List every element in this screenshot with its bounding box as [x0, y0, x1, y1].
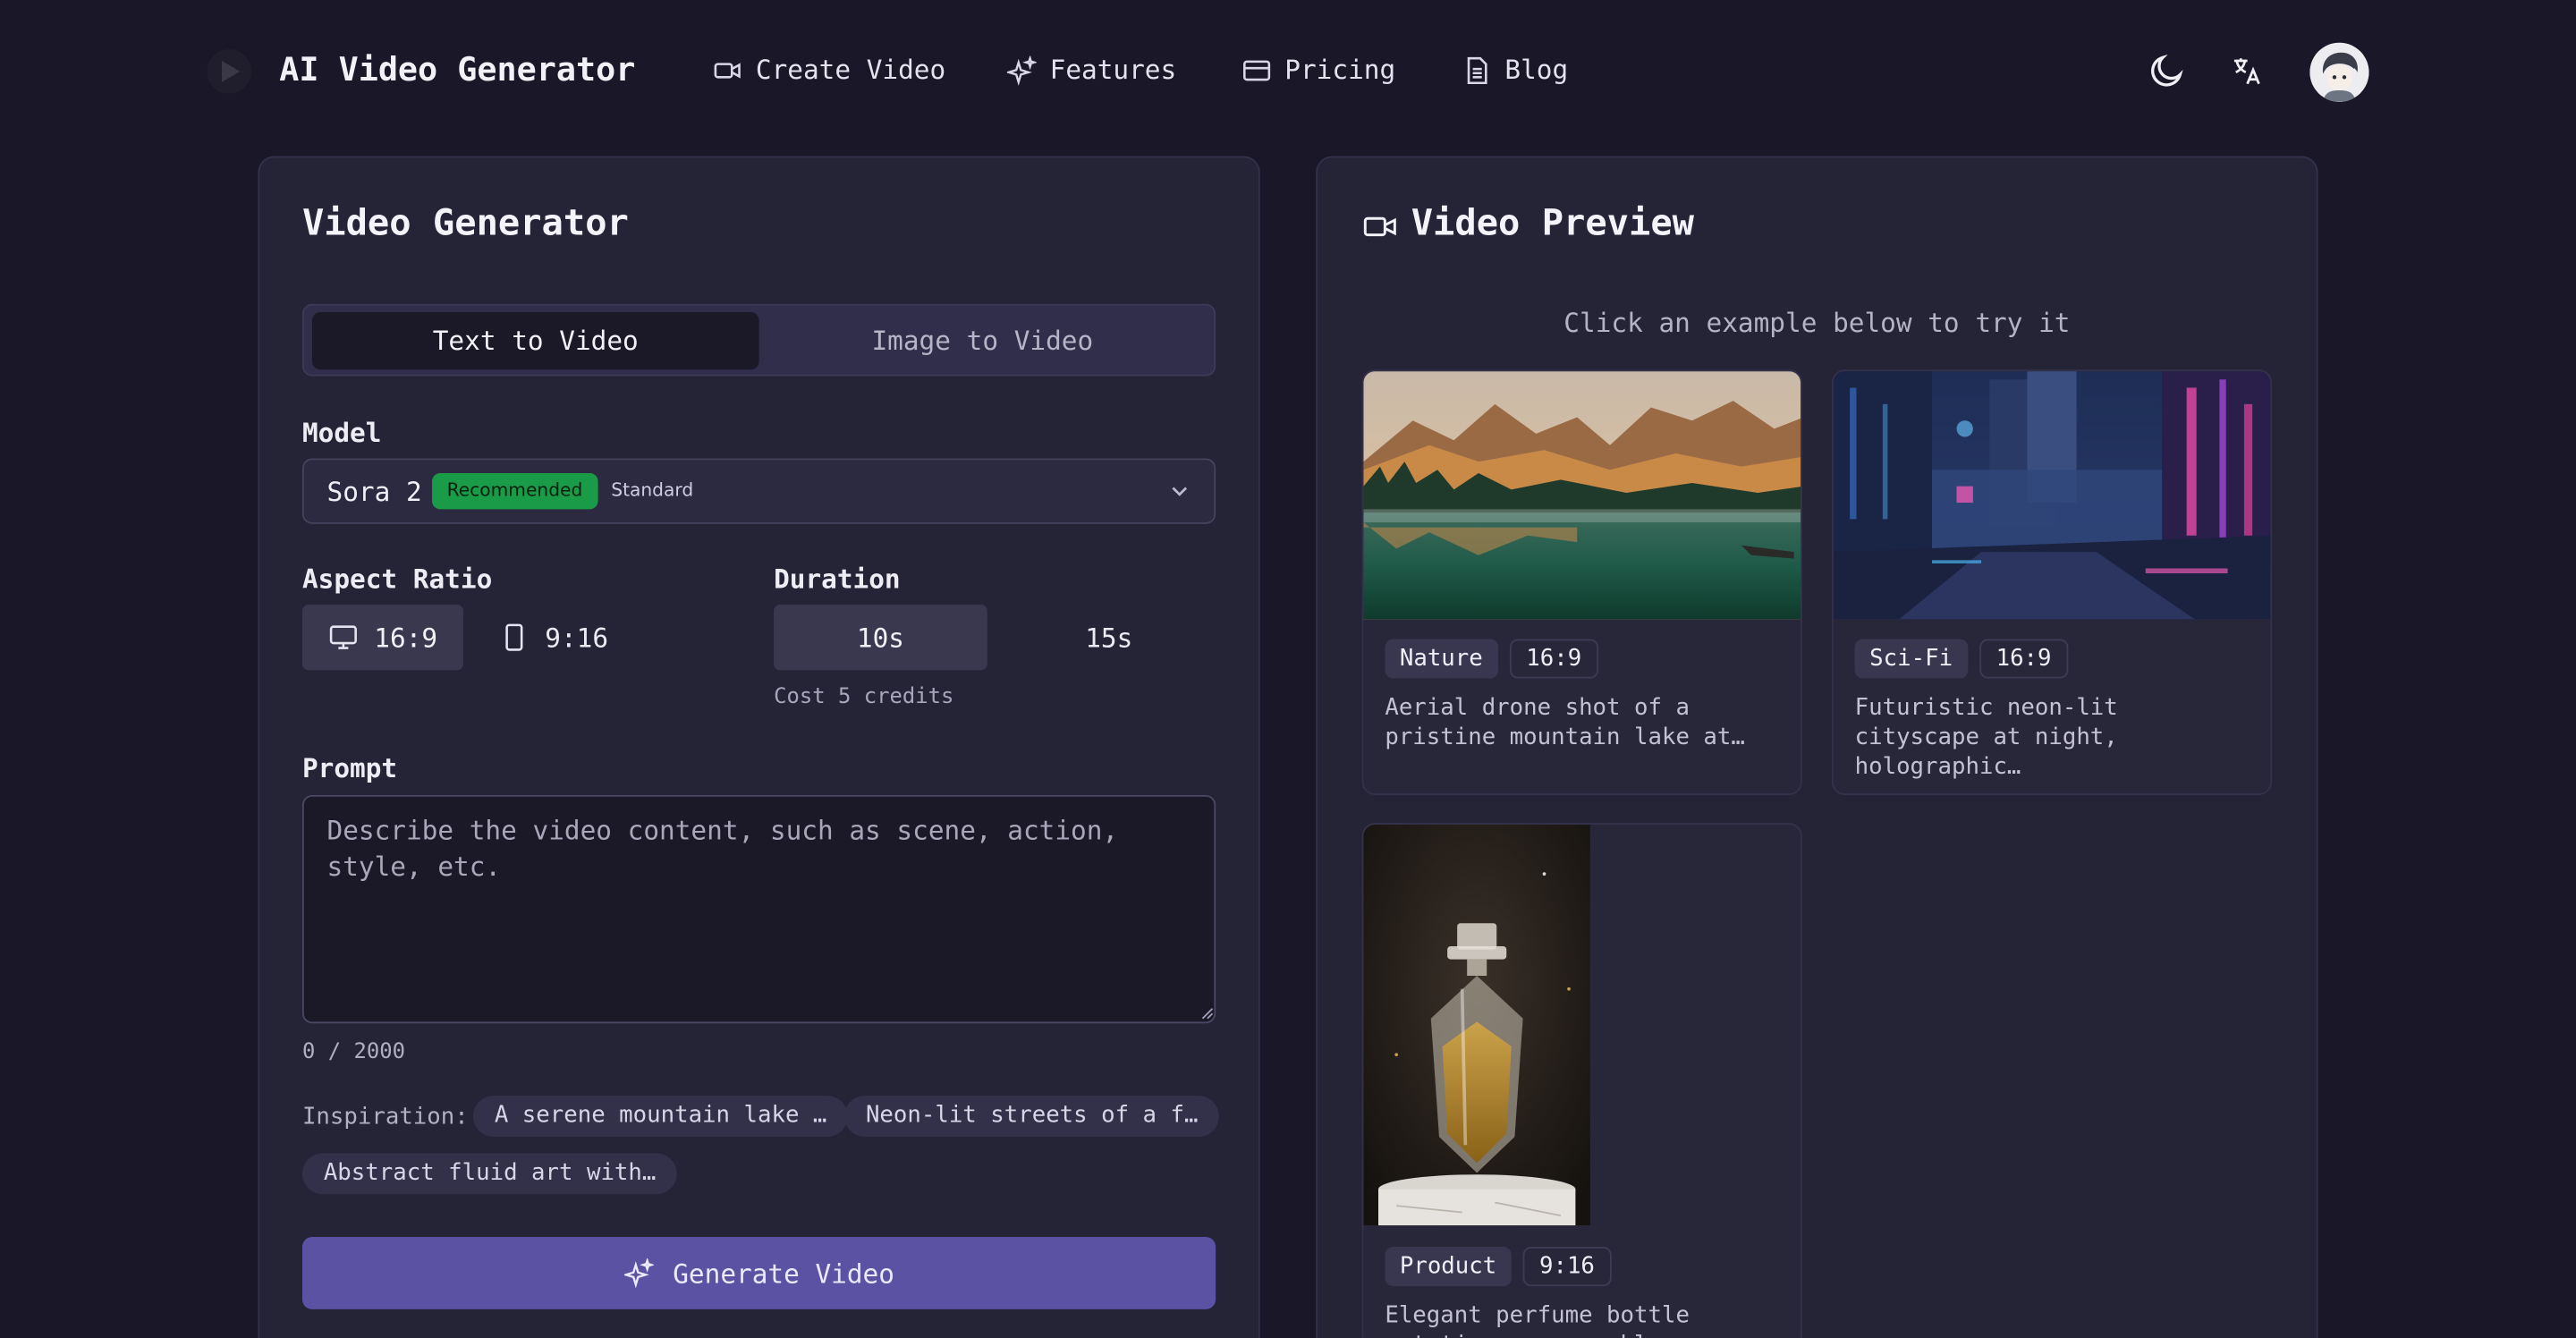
- nav-features-label: Features: [1049, 54, 1177, 86]
- example-thumbnail-scifi: [1833, 371, 2271, 620]
- example-thumbnail-nature: [1363, 371, 1801, 620]
- recommended-badge: Recommended: [432, 472, 597, 510]
- video-camera-icon: [714, 62, 741, 78]
- example-card-scifi[interactable]: Sci-Fi 16:9 Futuristic neon-lit cityscap…: [1831, 369, 2273, 795]
- logo-icon[interactable]: [207, 49, 252, 94]
- example-card-nature[interactable]: Nature 16:9 Aerial drone shot of a prist…: [1361, 369, 1802, 795]
- cost-text: Cost 5 credits: [774, 684, 954, 710]
- example-ratio: 16:9: [1509, 639, 1598, 679]
- aspect-16-9-label: 16:9: [374, 622, 438, 654]
- model-select[interactable]: Sora 2 Recommended Standard: [301, 458, 1216, 524]
- example-card-product[interactable]: Product 9:16 Elegant perfume bottle rota…: [1361, 823, 1802, 1338]
- theme-toggle-button[interactable]: [2146, 49, 2189, 92]
- aspect-9-16-button[interactable]: 9:16: [479, 605, 627, 670]
- example-ratio: 16:9: [1979, 639, 2068, 679]
- resize-grip-icon[interactable]: [1201, 1007, 1215, 1020]
- video-preview-card: Video Preview Click an example below to …: [1316, 156, 2318, 1338]
- nav-blog-label: Blog: [1504, 54, 1569, 86]
- document-icon: [1467, 55, 1487, 84]
- user-avatar[interactable]: [2309, 42, 2369, 102]
- monitor-icon: [329, 625, 357, 649]
- prompt-textarea[interactable]: [301, 794, 1216, 1024]
- example-thumbnail-product: [1363, 825, 1590, 1226]
- sparkles-icon: [623, 1258, 654, 1288]
- tab-text-to-video[interactable]: Text to Video: [311, 311, 759, 370]
- aspect-16-9-button[interactable]: 16:9: [301, 604, 463, 671]
- mode-tabs: Text to Video Image to Video: [301, 303, 1216, 377]
- brand-name[interactable]: AI Video Generator: [279, 49, 635, 89]
- example-description: Aerial drone shot of a pristine mountain…: [1385, 694, 1745, 751]
- generate-video-label: Generate Video: [673, 1257, 894, 1289]
- generate-video-button[interactable]: Generate Video: [301, 1237, 1216, 1309]
- nav-blog[interactable]: Blog: [1462, 54, 1569, 86]
- inspiration-chip[interactable]: A serene mountain lake …: [472, 1096, 849, 1137]
- inspiration-label: Inspiration:: [301, 1104, 469, 1131]
- preview-hint: Click an example below to try it: [1563, 307, 2071, 339]
- chevron-down-icon: [1172, 487, 1188, 496]
- example-description: Futuristic neon-lit cityscape at night, …: [1854, 694, 2118, 781]
- prompt-label: Prompt: [301, 752, 398, 784]
- aspect-9-16-label: 9:16: [545, 622, 609, 654]
- example-ratio: 9:16: [1522, 1247, 1612, 1287]
- duration-label: Duration: [774, 563, 901, 595]
- credit-card-icon: [1243, 59, 1271, 80]
- language-button[interactable]: [2226, 49, 2269, 92]
- prompt-char-counter: 0 / 2000: [301, 1039, 405, 1065]
- video-camera-icon: [1363, 216, 1396, 237]
- nav-features[interactable]: Features: [1006, 54, 1177, 86]
- duration-15s-button[interactable]: 15s: [1002, 605, 1216, 670]
- nav-create-video[interactable]: Create Video: [713, 55, 945, 86]
- generator-title: Video Generator: [301, 203, 629, 245]
- preview-title: Video Preview: [1411, 203, 1694, 245]
- nav-pricing[interactable]: Pricing: [1242, 54, 1396, 86]
- model-tier: Standard: [611, 479, 694, 502]
- example-description: Elegant perfume bottle rotating on a mar…: [1385, 1302, 1690, 1338]
- example-tag: Product: [1385, 1247, 1512, 1287]
- tab-image-to-video[interactable]: Image to Video: [759, 312, 1207, 369]
- aspect-ratio-label: Aspect Ratio: [301, 563, 493, 595]
- model-name: Sora 2: [326, 476, 422, 508]
- nav-pricing-label: Pricing: [1284, 54, 1396, 86]
- inspiration-chip[interactable]: Abstract fluid art with…: [301, 1153, 678, 1195]
- example-tag: Sci-Fi: [1854, 639, 1968, 679]
- translate-icon: [2233, 58, 2260, 85]
- inspiration-chip[interactable]: Neon-lit streets of a f…: [844, 1096, 1220, 1137]
- example-tag: Nature: [1385, 639, 1498, 679]
- duration-10s-button[interactable]: 10s: [774, 604, 987, 671]
- model-label: Model: [301, 417, 382, 449]
- phone-icon: [504, 623, 522, 651]
- video-generator-card: Video Generator Text to Video Image to V…: [258, 156, 1260, 1338]
- nav-create-video-label: Create Video: [755, 54, 946, 86]
- top-navbar: AI Video Generator Create Video Features…: [0, 0, 2576, 145]
- sparkles-icon: [1006, 55, 1037, 85]
- moon-icon: [2151, 54, 2183, 87]
